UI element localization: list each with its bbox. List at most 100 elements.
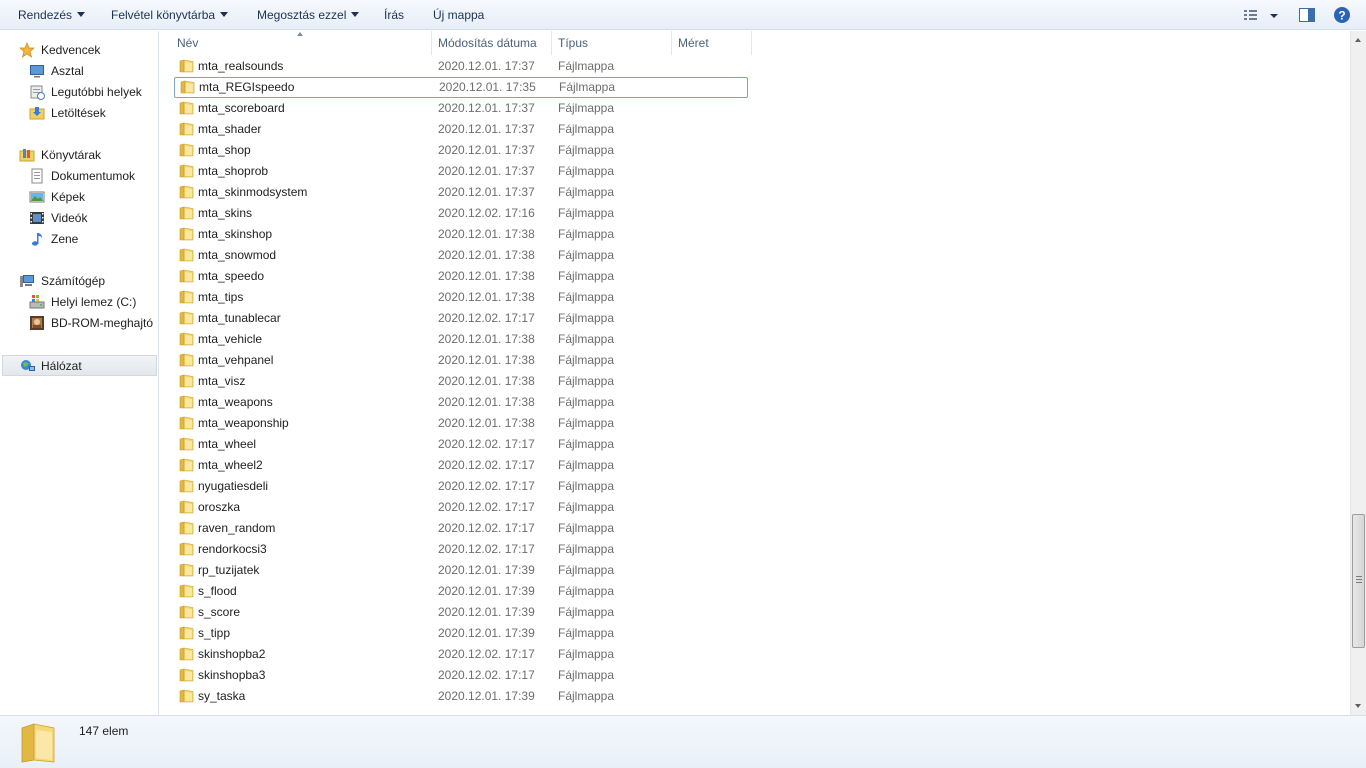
column-header-size[interactable]: Méret <box>671 31 751 55</box>
file-row[interactable]: mta_tips 2020.12.01. 17:38 Fájlmappa <box>160 287 748 308</box>
folder-icon <box>179 521 194 535</box>
file-name: s_score <box>198 605 241 619</box>
file-row[interactable]: mta_shoprob 2020.12.01. 17:37 Fájlmappa <box>160 161 748 182</box>
file-row[interactable]: mta_snowmod 2020.12.01. 17:38 Fájlmappa <box>160 245 748 266</box>
vertical-scrollbar[interactable] <box>1350 31 1366 715</box>
file-row[interactable]: mta_visz 2020.12.01. 17:38 Fájlmappa <box>160 371 748 392</box>
column-header-type[interactable]: Típus <box>551 31 671 55</box>
nav-network[interactable]: Hálózat <box>2 355 157 376</box>
file-row[interactable]: rendorkocsi3 2020.12.02. 17:17 Fájlmappa <box>160 539 748 560</box>
scroll-down-button[interactable] <box>1351 698 1366 715</box>
chevron-down-icon <box>77 12 86 18</box>
file-modified: 2020.12.01. 17:37 <box>438 101 535 115</box>
folder-icon <box>179 164 194 178</box>
scrollbar-thumb[interactable] <box>1352 514 1365 648</box>
file-name: raven_random <box>198 521 276 535</box>
file-row[interactable]: mta_skins 2020.12.02. 17:16 Fájlmappa <box>160 203 748 224</box>
folder-icon <box>179 500 194 514</box>
file-modified: 2020.12.01. 17:38 <box>438 374 535 388</box>
organize-button[interactable]: Rendezés <box>18 0 86 30</box>
file-row[interactable]: mta_shader 2020.12.01. 17:37 Fájlmappa <box>160 119 748 140</box>
scroll-up-button[interactable] <box>1351 31 1366 48</box>
file-name: skinshopba2 <box>198 647 266 661</box>
column-size-label: Méret <box>678 36 709 50</box>
file-name: mta_skinmodsystem <box>198 185 308 199</box>
file-row[interactable]: s_score 2020.12.01. 17:39 Fájlmappa <box>160 602 748 623</box>
file-modified: 2020.12.02. 17:17 <box>438 458 535 472</box>
folder-icon <box>179 185 194 199</box>
new-folder-button[interactable]: Új mappa <box>433 0 484 30</box>
file-row[interactable]: nyugatiesdeli 2020.12.02. 17:17 Fájlmappa <box>160 476 748 497</box>
file-row[interactable]: mta_realsounds 2020.12.01. 17:37 Fájlmappa <box>160 56 748 77</box>
folder-icon <box>179 437 194 451</box>
file-name: mta_vehicle <box>198 332 263 346</box>
file-name: nyugatiesdeli <box>198 479 269 493</box>
desktop-icon <box>30 65 44 78</box>
file-row[interactable]: mta_weapons 2020.12.01. 17:38 Fájlmappa <box>160 392 748 413</box>
file-row[interactable]: mta_speedo 2020.12.01. 17:38 Fájlmappa <box>160 266 748 287</box>
change-view-button[interactable] <box>1242 6 1278 24</box>
help-button[interactable]: ? <box>1333 6 1351 24</box>
share-with-label: Megosztás ezzel <box>257 8 347 22</box>
file-modified: 2020.12.01. 17:38 <box>438 332 535 346</box>
file-type: Fájlmappa <box>558 395 615 409</box>
nav-music-label: Zene <box>51 232 79 246</box>
file-row[interactable]: mta_scoreboard 2020.12.01. 17:37 Fájlmappa <box>160 98 748 119</box>
file-row[interactable]: sy_taska 2020.12.01. 17:39 Fájlmappa <box>160 686 748 707</box>
file-row[interactable]: skinshopba2 2020.12.02. 17:17 Fájlmappa <box>160 644 748 665</box>
file-modified: 2020.12.02. 17:17 <box>438 647 535 661</box>
file-type: Fájlmappa <box>558 206 615 220</box>
file-row[interactable]: rp_tuzijatek 2020.12.01. 17:39 Fájlmappa <box>160 560 748 581</box>
file-type: Fájlmappa <box>558 563 615 577</box>
column-header-modified[interactable]: Módosítás dátuma <box>431 31 551 55</box>
file-row[interactable]: mta_wheel2 2020.12.02. 17:17 Fájlmappa <box>160 455 748 476</box>
chevron-down-icon <box>351 12 360 18</box>
include-library-label: Felvétel könyvtárba <box>111 8 216 22</box>
column-divider[interactable] <box>751 31 752 55</box>
folder-icon <box>179 458 194 472</box>
hard-drive-icon <box>29 295 45 309</box>
star-icon <box>19 42 35 58</box>
file-row[interactable]: mta_weaponship 2020.12.01. 17:38 Fájlmappa <box>160 413 748 434</box>
file-name: mta_skinshop <box>198 227 273 241</box>
file-type: Fájlmappa <box>558 59 615 73</box>
file-name: skinshopba3 <box>198 668 266 682</box>
file-row[interactable]: oroszka 2020.12.02. 17:17 Fájlmappa <box>160 497 748 518</box>
file-type: Fájlmappa <box>558 101 615 115</box>
file-modified: 2020.12.02. 17:17 <box>438 437 535 451</box>
file-row[interactable]: skinshopba3 2020.12.02. 17:17 Fájlmappa <box>160 665 748 686</box>
file-type: Fájlmappa <box>558 689 615 703</box>
file-row[interactable]: mta_shop 2020.12.01. 17:37 Fájlmappa <box>160 140 748 161</box>
file-row[interactable]: raven_random 2020.12.02. 17:17 Fájlmappa <box>160 518 748 539</box>
file-row[interactable]: mta_vehicle 2020.12.01. 17:38 Fájlmappa <box>160 329 748 350</box>
file-name: s_tipp <box>198 626 231 640</box>
file-row[interactable]: mta_vehpanel 2020.12.01. 17:38 Fájlmappa <box>160 350 748 371</box>
file-name: mta_tunablecar <box>198 311 281 325</box>
file-modified: 2020.12.02. 17:17 <box>438 521 535 535</box>
file-type: Fájlmappa <box>558 185 615 199</box>
share-with-button[interactable]: Megosztás ezzel <box>257 0 360 30</box>
file-name: mta_realsounds <box>198 59 284 73</box>
file-row[interactable]: mta_skinshop 2020.12.01. 17:38 Fájlmappa <box>160 224 748 245</box>
folder-icon <box>179 668 194 682</box>
file-row[interactable]: mta_wheel 2020.12.02. 17:17 Fájlmappa <box>160 434 748 455</box>
burn-button[interactable]: Írás <box>384 0 404 30</box>
music-note-icon <box>32 233 42 246</box>
network-icon <box>21 360 35 371</box>
file-modified: 2020.12.01. 17:38 <box>438 290 535 304</box>
file-name: mta_visz <box>198 374 246 388</box>
file-row[interactable]: mta_REGIspeedo 2020.12.01. 17:35 Fájlmappa <box>174 77 748 98</box>
file-modified: 2020.12.01. 17:39 <box>438 689 535 703</box>
folder-icon <box>179 290 194 304</box>
file-row[interactable]: mta_skinmodsystem 2020.12.01. 17:37 Fájlma… <box>160 182 748 203</box>
folder-icon <box>179 605 194 619</box>
file-row[interactable]: mta_tunablecar 2020.12.02. 17:17 Fájlmappa <box>160 308 748 329</box>
file-row[interactable]: s_flood 2020.12.01. 17:39 Fájlmappa <box>160 581 748 602</box>
preview-pane-button[interactable] <box>1298 6 1316 24</box>
file-type: Fájlmappa <box>558 248 615 262</box>
file-row[interactable]: s_tipp 2020.12.01. 17:39 Fájlmappa <box>160 623 748 644</box>
nav-local-disk-label: Helyi lemez (C:) <box>51 295 137 309</box>
include-in-library-button[interactable]: Felvétel könyvtárba <box>111 0 229 30</box>
downloads-folder-icon <box>29 107 45 120</box>
file-modified: 2020.12.01. 17:38 <box>438 227 535 241</box>
